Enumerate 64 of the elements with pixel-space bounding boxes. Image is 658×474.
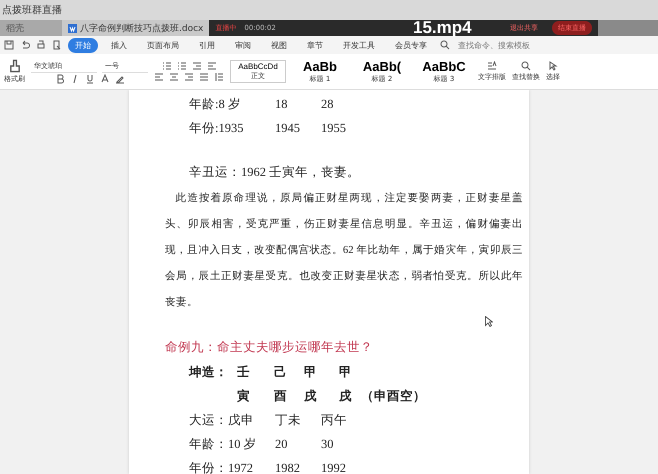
search-icon[interactable] xyxy=(521,61,531,71)
menu-tab[interactable]: 会员专享 xyxy=(388,38,434,52)
undo-icon[interactable] xyxy=(20,40,30,50)
search-field[interactable]: 查找命令、搜索模板 xyxy=(456,40,570,50)
table-text: 年份：1972 xyxy=(189,460,254,474)
table-text: 30 xyxy=(321,436,334,452)
print-icon[interactable] xyxy=(36,40,46,50)
menu-tab[interactable]: 插入 xyxy=(104,38,134,52)
pointer-icon[interactable] xyxy=(548,61,558,71)
pillar-character: 戌 xyxy=(339,388,353,404)
table-text: 年龄：10 岁 xyxy=(189,436,258,452)
align-left-icon[interactable] xyxy=(154,72,164,82)
align-center-icon[interactable] xyxy=(169,72,179,82)
bold-icon[interactable] xyxy=(54,74,64,84)
example-heading: 命例九：命主丈夫哪步运哪年去世？ xyxy=(165,339,373,356)
pillar-character: 甲 xyxy=(339,364,353,380)
table-text: 年龄:8 岁 xyxy=(189,96,242,112)
save-icon[interactable] xyxy=(4,40,14,50)
justify-icon[interactable] xyxy=(199,72,209,82)
pillar-character: 戌 xyxy=(304,388,318,404)
indent-icon[interactable] xyxy=(192,61,202,71)
table-text: 年份:1935 xyxy=(189,120,244,136)
align-right-icon[interactable] xyxy=(184,72,194,82)
preview-icon[interactable] xyxy=(52,40,62,50)
chart-label: 坤造： xyxy=(189,364,229,380)
pillar-note: （申酉空） xyxy=(361,388,427,404)
menu-tab[interactable]: 审阅 xyxy=(228,38,258,52)
pillar-character: 己 xyxy=(274,364,288,380)
highlight-icon[interactable] xyxy=(114,74,124,84)
table-text: 1992 xyxy=(321,460,347,474)
font-color-icon[interactable] xyxy=(100,74,110,84)
table-text: 丙午 xyxy=(321,412,348,428)
search-icon[interactable] xyxy=(440,40,450,50)
table-text: 丁未 xyxy=(275,412,302,428)
underline-icon[interactable] xyxy=(84,74,94,84)
table-text: 18 xyxy=(275,96,288,112)
outdent-icon[interactable] xyxy=(206,61,216,71)
table-text: 20 xyxy=(275,436,288,452)
mouse-pointer-icon xyxy=(485,316,493,327)
pillar-character: 酉 xyxy=(274,388,288,404)
table-text: 1982 xyxy=(275,460,301,474)
menu-tab[interactable]: 开始 xyxy=(68,38,98,52)
video-title: 15.mp4 xyxy=(413,18,472,38)
menu-tab[interactable]: 开发工具 xyxy=(336,38,382,52)
table-text: 1955 xyxy=(321,120,347,136)
body-text: 辛丑运：1962 壬寅年，丧妻。 xyxy=(189,164,360,181)
menu-tab[interactable]: 页面布局 xyxy=(140,38,186,52)
line-spacing-icon[interactable] xyxy=(214,72,224,82)
text-layout-icon[interactable] xyxy=(487,61,497,71)
window-title: 点拨班群直播 xyxy=(2,4,62,17)
document-icon xyxy=(68,24,77,32)
table-text: 28 xyxy=(321,96,334,112)
table-text: 大运：戊申 xyxy=(189,412,255,428)
bullet-list-icon[interactable] xyxy=(162,61,172,71)
pillar-character: 甲 xyxy=(304,364,318,380)
paragraph: 此造按着原命理说，原局偏正财星两现，注定要娶两妻，正财妻星盖头、卯辰相害，受克严重，伤正财妻星信息明显。辛丑运，偏财偏妻出现，且冲入日支，改变配偶宫状态。62 年比劫年，属于婚灾年，寅卯辰三会局，辰土正财妻星受克。也改变正财妻星状态，弱者怕受克。所以此年丧妻。 xyxy=(165,191,523,310)
paintbrush-icon[interactable] xyxy=(8,59,22,73)
pillar-character: 壬 xyxy=(237,364,251,380)
document-tab[interactable]: 八字命例判断技巧点拨班.docx xyxy=(62,20,210,36)
menu-tab[interactable]: 视图 xyxy=(264,38,294,52)
pillar-character: 寅 xyxy=(237,388,251,404)
menu-tab[interactable]: 章节 xyxy=(300,38,330,52)
menu-tab[interactable]: 引用 xyxy=(192,38,222,52)
table-text: 1945 xyxy=(275,120,301,136)
